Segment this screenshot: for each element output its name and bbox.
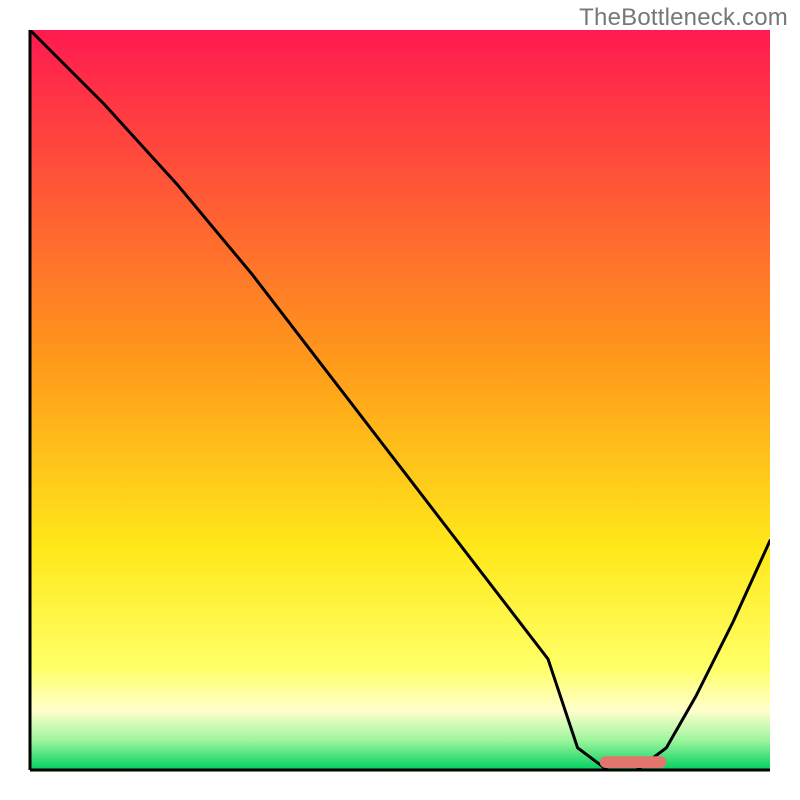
watermark-text: TheBottleneck.com [579, 4, 788, 32]
heatmap-background [30, 30, 770, 770]
chart-container: TheBottleneck.com [0, 0, 800, 800]
optimal-marker [600, 756, 667, 768]
bottleneck-chart [0, 0, 800, 800]
